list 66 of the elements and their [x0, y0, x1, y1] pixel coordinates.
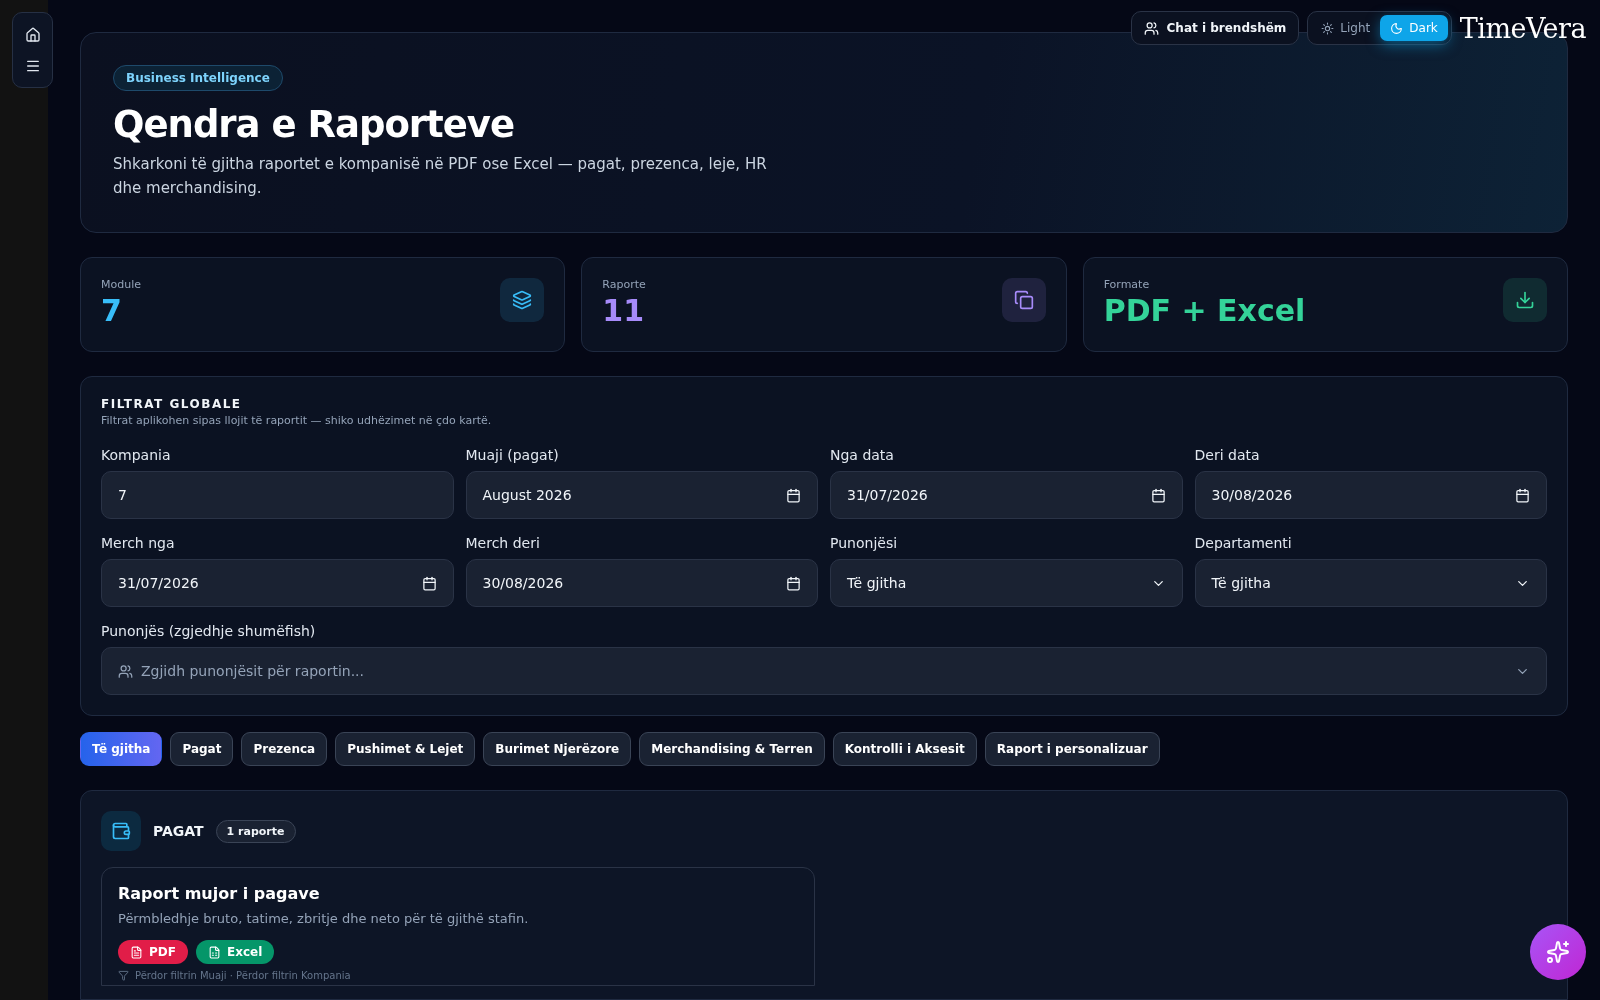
stat-label: Formate	[1103, 278, 1151, 291]
report-count-badge: 1 raporte	[215, 819, 296, 843]
field-label: Nga data	[830, 447, 895, 463]
date-field[interactable]: 30/08/2026	[1194, 471, 1547, 519]
field-label: Punonjës (zgjedhje shumëfish)	[101, 623, 317, 639]
date-field[interactable]: 31/07/2026	[830, 471, 1183, 519]
date-field[interactable]: August 2026	[465, 471, 818, 519]
calendar-icon	[421, 575, 437, 591]
field-label: Departamenti	[1194, 535, 1293, 551]
field-label: Merch deri	[465, 535, 541, 551]
theme-option[interactable]: Light	[1311, 15, 1381, 41]
copy-icon	[1001, 278, 1046, 322]
field-label: Muaji (pagat)	[465, 447, 560, 463]
category-tab[interactable]: Të gjitha	[80, 732, 163, 766]
select-field[interactable]: Të gjitha	[830, 559, 1183, 607]
filter-icon	[118, 970, 129, 981]
category-badge: Business Intelligence	[113, 65, 283, 91]
category-tab[interactable]: Pagat	[170, 732, 234, 766]
field-label: Deri data	[1194, 447, 1261, 463]
document-icon	[207, 945, 221, 959]
calendar-icon	[1515, 487, 1530, 503]
moon-icon	[1390, 21, 1404, 35]
category-tab[interactable]: Prezenca	[241, 732, 328, 766]
category-tab[interactable]: Raport i personalizuar	[984, 732, 1160, 766]
category-tab[interactable]: Burimet Njerëzore	[483, 732, 632, 766]
download-button[interactable]: PDF	[118, 940, 188, 964]
filters-subtitle: Filtrat aplikohen sipas llojit të raportit — shiko udhëzimet në çdo kartë.	[101, 414, 493, 427]
page-subtitle: Shkarkoni të gjitha raportet e kompanisë në PDF ose Excel — pagat, prezenca, leje, HR dhe merchandising.	[113, 154, 768, 199]
logo: TimeVera	[1459, 12, 1586, 44]
category-tab[interactable]: Pushimet & Lejet	[335, 732, 476, 766]
stat-label: Module	[101, 278, 141, 291]
home-icon[interactable]	[24, 26, 41, 43]
stat-value: 11	[602, 293, 646, 328]
calendar-icon	[1150, 487, 1166, 503]
category-tab[interactable]: Kontrolli i Aksesit	[832, 732, 977, 766]
section-title: PAGAT	[153, 823, 204, 839]
field-label: Kompania	[101, 447, 172, 463]
date-field[interactable]: 30/08/2026	[465, 559, 818, 607]
calendar-icon	[786, 487, 801, 503]
ai-assistant-button[interactable]	[1530, 924, 1586, 980]
stat-label: Raporte	[602, 278, 646, 291]
document-icon	[130, 945, 143, 959]
users-icon	[1143, 20, 1159, 36]
select-field[interactable]: Të gjitha	[1194, 559, 1547, 607]
users-icon	[118, 663, 133, 679]
date-field[interactable]: 31/07/2026	[101, 559, 454, 607]
sparkles-icon	[1546, 940, 1570, 964]
category-tab[interactable]: Merchandising & Terren	[639, 732, 825, 766]
download-button[interactable]: Excel	[195, 940, 275, 964]
field-label: Merch nga	[101, 535, 176, 551]
report-title: Raport mujor i pagave	[118, 884, 321, 903]
stat-value: 7	[101, 293, 123, 328]
page-title: Qendra e Raporteve	[113, 103, 516, 146]
filters-title: FILTRAT GLOBALE	[101, 397, 243, 411]
calendar-icon	[786, 575, 801, 591]
download-icon	[1503, 278, 1547, 322]
multi-select-field[interactable]: Zgjidh punonjësit për raportin...	[101, 647, 1547, 695]
report-note: Përdor filtrin Muaji · Përdor filtrin Kompania	[135, 970, 351, 981]
sun-icon	[1321, 21, 1335, 35]
chat-button[interactable]: Chat i brendshëm	[1130, 11, 1300, 45]
stat-value: PDF + Excel	[1103, 293, 1306, 328]
input-field[interactable]: 7	[101, 471, 454, 519]
wallet-icon	[101, 811, 141, 851]
field-label: Punonjësi	[830, 535, 899, 551]
layers-icon	[500, 278, 545, 322]
report-description: Përmbledhje bruto, tatime, zbritje dhe neto për të gjithë stafin.	[118, 911, 530, 926]
